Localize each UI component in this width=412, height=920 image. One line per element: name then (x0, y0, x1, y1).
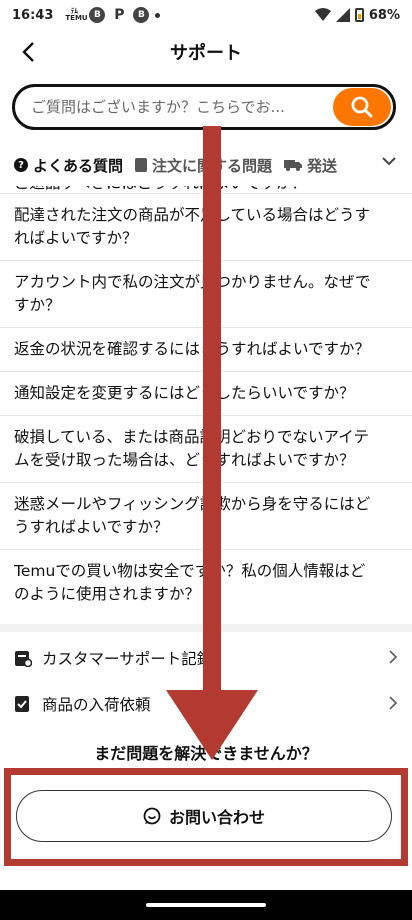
chevron-left-icon (22, 42, 34, 62)
search-bar (12, 84, 396, 130)
search-button[interactable] (333, 88, 391, 126)
tab-label: よくある質問 (33, 156, 124, 175)
notification-dot-icon (155, 12, 161, 18)
search-icon (351, 96, 373, 118)
chevron-down-icon[interactable] (376, 154, 396, 170)
help-prompt: まだ問題を解決できませんか？ (94, 744, 318, 763)
page-title: サポート (170, 43, 242, 64)
question-icon: ? (14, 158, 28, 172)
home-gesture-pill[interactable] (146, 903, 266, 907)
truck-icon (284, 160, 303, 171)
tab-faq[interactable]: ? よくある質問 (14, 155, 124, 180)
restock-request-icon (14, 695, 32, 713)
wifi-icon (314, 8, 331, 21)
document-icon (135, 158, 148, 172)
b-icon: B (133, 7, 150, 23)
system-nav-bar (0, 890, 412, 920)
chevron-right-icon (389, 648, 398, 669)
battery-icon (354, 8, 364, 22)
chevron-right-icon (389, 694, 398, 715)
search-input[interactable] (31, 98, 327, 116)
battery-percent: 68% (368, 7, 400, 23)
back-button[interactable] (12, 36, 44, 68)
b-icon: B (89, 7, 106, 23)
paypay-icon: P (114, 7, 125, 23)
annotation-arrow-shaft (203, 126, 221, 692)
app-header: サポート (0, 30, 412, 74)
temu-icon: ﾃﾑ TEMU (65, 7, 88, 22)
tab-label: 発送 (307, 156, 338, 175)
menu-item-label: カスタマーサポート記録 (42, 650, 213, 668)
tab-shipping[interactable]: 発送 (284, 155, 337, 176)
signal-icon (335, 8, 350, 22)
menu-item-label: 商品の入荷依頼 (42, 696, 151, 714)
status-time: 16:43 (12, 7, 54, 23)
annotation-highlight-box (4, 768, 408, 866)
support-record-icon (14, 649, 32, 667)
status-bar: 16:43 ﾃﾑ TEMU B P B 68% (0, 0, 412, 30)
